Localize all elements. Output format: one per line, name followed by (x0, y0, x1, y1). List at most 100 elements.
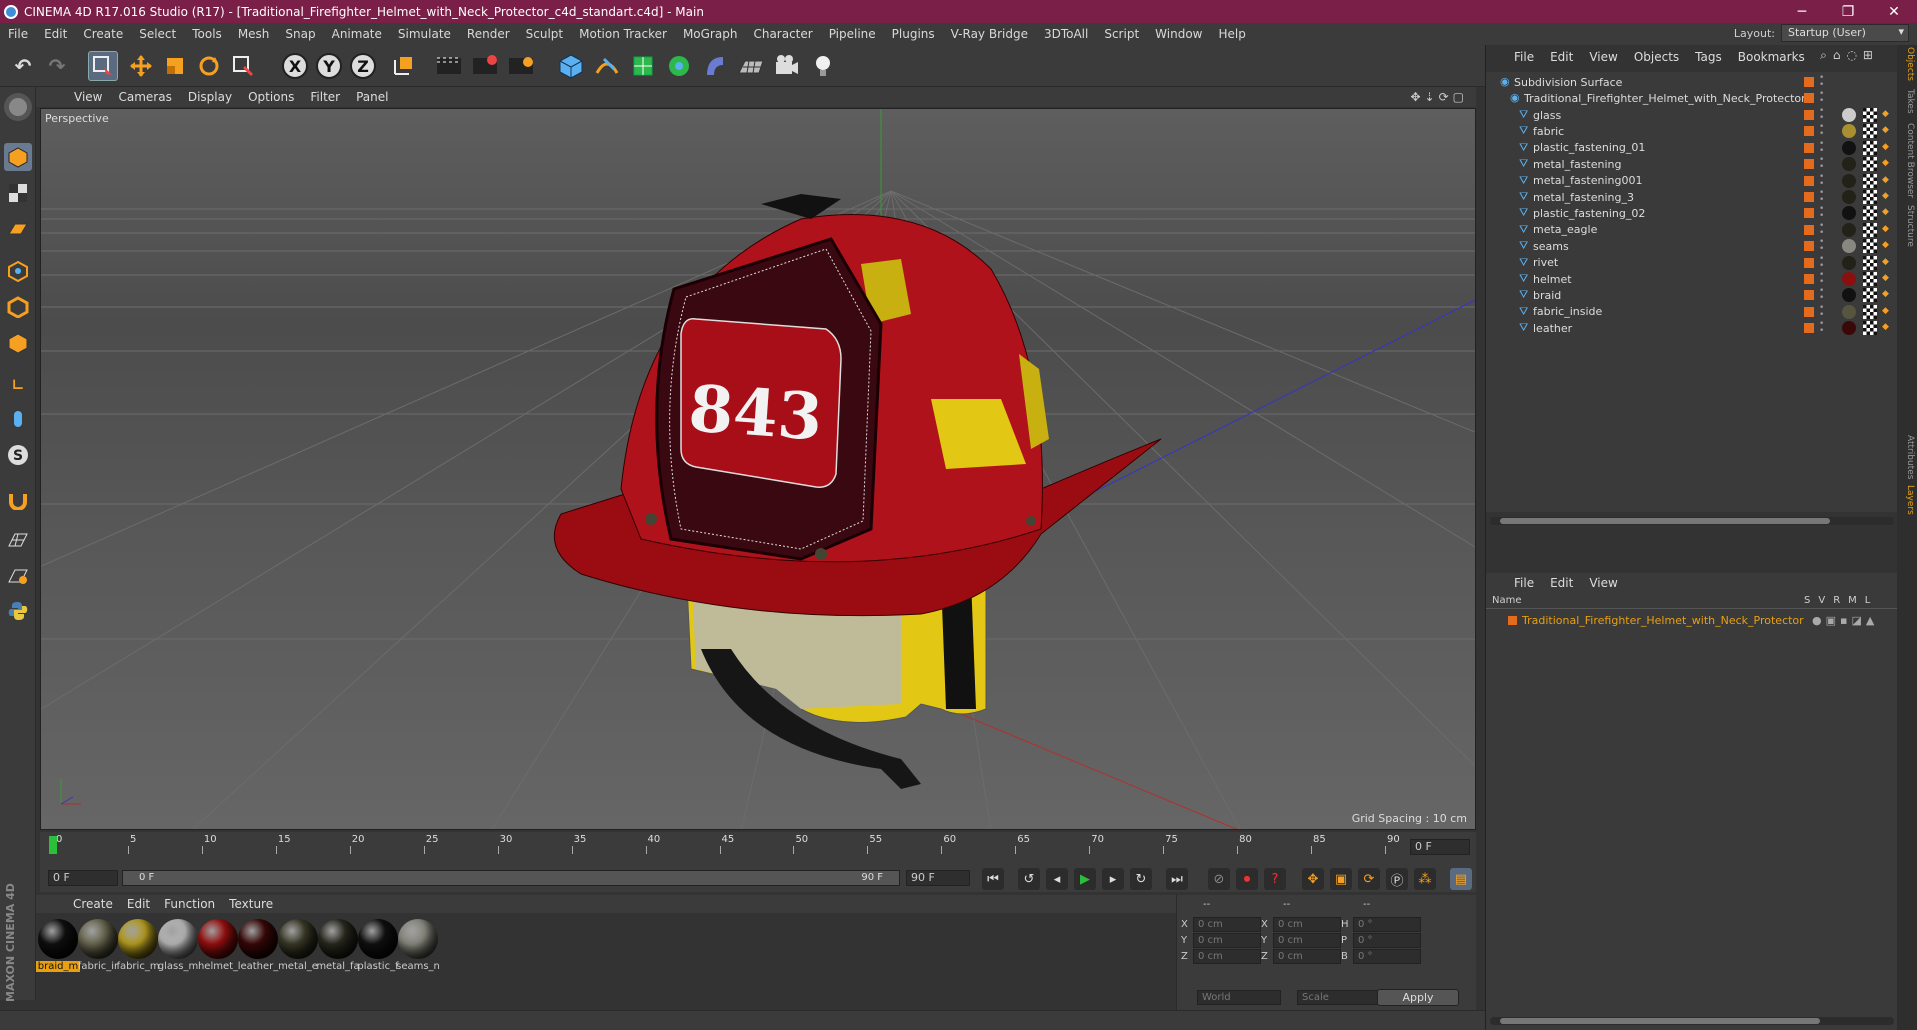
viewport-menu-options[interactable]: Options (240, 90, 302, 104)
object-name[interactable]: metal_fastening_3 (1533, 191, 1634, 204)
mograph-cloner-icon[interactable] (664, 51, 694, 81)
object-menu-tags[interactable]: Tags (1687, 50, 1730, 64)
autokey-icon[interactable]: ⏺ (1236, 868, 1258, 890)
points-mode-icon[interactable] (4, 257, 32, 285)
material-tag-icon[interactable] (1842, 157, 1856, 172)
viewport-nav-icons[interactable]: ✥⇣⟳▢ (1410, 90, 1476, 104)
material-swatch[interactable]: glass_m (156, 919, 200, 972)
layer-color-tag[interactable] (1804, 110, 1814, 120)
object-name[interactable]: braid (1533, 289, 1561, 302)
key-scale-icon[interactable]: ▣ (1330, 868, 1352, 890)
visibility-dots[interactable]: • • (1819, 189, 1824, 205)
viewport-menu-display[interactable]: Display (180, 90, 240, 104)
current-frame-field[interactable]: 0 F (48, 870, 118, 886)
minimize-icon[interactable]: ─ (1779, 0, 1825, 23)
visibility-dots[interactable]: • • (1819, 123, 1824, 139)
layer-name[interactable]: Traditional_Firefighter_Helmet_with_Neck… (1522, 614, 1804, 627)
menu-script[interactable]: Script (1096, 27, 1147, 41)
menu-help[interactable]: Help (1210, 27, 1253, 41)
visibility-dots[interactable]: • • (1819, 221, 1824, 237)
timeline-end-field[interactable]: 0 F (1410, 839, 1470, 855)
menu-character[interactable]: Character (745, 27, 820, 41)
layout-select[interactable]: Startup (User) (1781, 24, 1909, 42)
deformer-icon[interactable] (700, 51, 730, 81)
render-settings-icon[interactable] (506, 51, 536, 81)
material-menu-function[interactable]: Function (157, 897, 222, 911)
material-menu-texture[interactable]: Texture (222, 897, 280, 911)
coords-world-select[interactable]: World (1197, 990, 1281, 1005)
layer-color-tag[interactable] (1804, 290, 1814, 301)
layer-color-tag[interactable] (1804, 159, 1814, 170)
y-axis-lock-button[interactable]: Y (316, 53, 342, 79)
menu-plugins[interactable]: Plugins (884, 27, 943, 41)
material-menu-edit[interactable]: Edit (120, 897, 157, 911)
material-tag-icon[interactable] (1842, 124, 1856, 139)
menu-file[interactable]: File (0, 27, 36, 41)
material-swatch[interactable]: metal_e (276, 919, 320, 972)
menu-animate[interactable]: Animate (324, 27, 390, 41)
key-rotation-icon[interactable]: ⟳ (1358, 868, 1380, 890)
viewport-menu-panel[interactable]: Panel (348, 90, 396, 104)
object-list-hscrollbar[interactable] (1490, 517, 1894, 525)
texture-tag-icon[interactable] (1863, 190, 1877, 204)
object-name[interactable]: Traditional_Firefighter_Helmet_with_Neck… (1524, 92, 1806, 105)
menu-motion-tracker[interactable]: Motion Tracker (571, 27, 675, 41)
material-tag-icon[interactable] (1842, 222, 1856, 237)
coord-value-field[interactable]: 0 cm (1273, 949, 1341, 964)
side-tab-layers[interactable]: Layers (1899, 485, 1915, 515)
phong-tag-icon[interactable]: ◆ (1882, 191, 1889, 201)
spline-pen-icon[interactable] (592, 51, 622, 81)
material-tag-icon[interactable] (1842, 321, 1856, 336)
material-swatch[interactable]: fabric_ir (76, 919, 120, 972)
layer-color-tag[interactable] (1804, 93, 1814, 103)
coord-value-field[interactable]: 0 cm (1193, 949, 1261, 964)
texture-tag-icon[interactable] (1863, 206, 1877, 221)
texture-tag-icon[interactable] (1863, 222, 1877, 237)
phong-tag-icon[interactable]: ◆ (1882, 175, 1889, 185)
render-to-picture-viewer-icon[interactable] (470, 51, 500, 81)
menu-3dtoall[interactable]: 3DToAll (1036, 27, 1096, 41)
side-tab-attributes[interactable]: Attributes (1899, 435, 1915, 479)
side-tab-objects[interactable]: Objects (1899, 47, 1915, 81)
layer-color-tag[interactable] (1804, 77, 1814, 87)
side-tab-takes[interactable]: Takes (1899, 89, 1915, 114)
polygons-mode-icon[interactable] (4, 329, 32, 357)
coord-value-field[interactable]: 0 ° (1353, 917, 1421, 932)
menu-mograph[interactable]: MoGraph (675, 27, 746, 41)
redo-icon[interactable]: ↷ (42, 51, 72, 81)
coord-value-field[interactable]: 0 ° (1353, 933, 1421, 948)
visibility-dots[interactable]: • • (1819, 205, 1824, 221)
object-name[interactable]: plastic_fastening_02 (1533, 207, 1645, 220)
phong-tag-icon[interactable]: ◆ (1882, 224, 1889, 234)
key-parameter-icon[interactable]: Ⓟ (1386, 868, 1408, 890)
layer-color-tag[interactable] (1804, 175, 1814, 186)
layer-menu-edit[interactable]: Edit (1542, 576, 1581, 590)
material-tag-icon[interactable] (1842, 255, 1856, 270)
phong-tag-icon[interactable]: ◆ (1882, 240, 1889, 250)
snap-icon[interactable]: S (4, 441, 32, 469)
object-name[interactable]: helmet (1533, 273, 1572, 286)
menu-window[interactable]: Window (1147, 27, 1210, 41)
previous-frame-icon[interactable]: ◂ (1046, 868, 1068, 890)
object-menu-objects[interactable]: Objects (1626, 50, 1687, 64)
phong-tag-icon[interactable]: ◆ (1882, 207, 1889, 217)
next-frame-icon[interactable]: ▸ (1102, 868, 1124, 890)
goto-start-icon[interactable]: ⏮ (982, 868, 1004, 890)
coordinate-system-icon[interactable] (388, 51, 418, 81)
layer-color-tag[interactable] (1804, 306, 1814, 317)
layer-color-tag[interactable] (1804, 224, 1814, 235)
material-tag-icon[interactable] (1842, 190, 1856, 204)
object-row[interactable]: ⛛ leather • • ◆ (1486, 318, 1898, 338)
object-name[interactable]: glass (1533, 109, 1561, 122)
live-selection-icon[interactable] (88, 51, 118, 81)
menu-sculpt[interactable]: Sculpt (518, 27, 571, 41)
layer-color-tag[interactable] (1804, 274, 1814, 284)
axis-mode-icon[interactable]: ∟ (4, 371, 32, 399)
material-tag-icon[interactable] (1842, 304, 1856, 319)
visibility-dots[interactable]: • • (1819, 271, 1824, 287)
material-tag-icon[interactable] (1842, 288, 1856, 303)
side-tab-structure[interactable]: Structure (1899, 205, 1915, 247)
menu-create[interactable]: Create (75, 27, 131, 41)
phong-tag-icon[interactable]: ◆ (1882, 125, 1889, 135)
texture-mode-icon[interactable] (4, 179, 32, 207)
